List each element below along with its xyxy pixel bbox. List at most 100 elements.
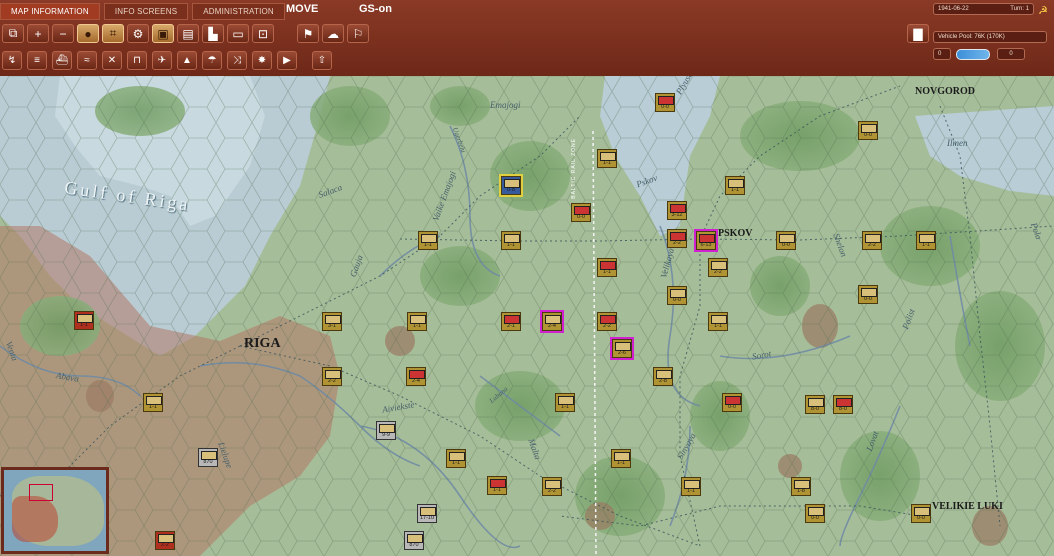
- unit-counter[interactable]: 1-1: [708, 312, 728, 331]
- unit-strength: 0-0: [577, 214, 585, 220]
- unit-counter[interactable]: 2-8: [653, 367, 673, 386]
- city-riga[interactable]: RIGA: [244, 336, 281, 352]
- flag-marker-icon[interactable]: ⚑: [297, 24, 319, 43]
- minimap[interactable]: [1, 467, 109, 554]
- unit-strength: 0-0: [864, 296, 872, 302]
- unit-counter[interactable]: 870: [404, 531, 424, 550]
- unit-counter[interactable]: 870: [198, 448, 218, 467]
- unit-counter[interactable]: 0-0: [805, 504, 825, 523]
- unit-strength: 0-0: [864, 132, 872, 138]
- unit-counter[interactable]: 2-2: [862, 231, 882, 250]
- unit-counter[interactable]: 0-0: [776, 231, 796, 250]
- unit-counter[interactable]: 2-2: [597, 312, 617, 331]
- unit-strength: 9-9: [382, 432, 390, 438]
- naval-icon[interactable]: ⛴: [52, 51, 72, 70]
- frame-icon[interactable]: ▭: [227, 24, 249, 43]
- hex-frame-icon[interactable]: ⌗: [102, 24, 124, 43]
- unit-counter[interactable]: 1-1: [555, 393, 575, 412]
- unit-counter[interactable]: 0-0: [911, 504, 931, 523]
- unit-counter[interactable]: 2-2: [542, 477, 562, 496]
- unit-strength: 6-13: [700, 242, 712, 248]
- unit-counter[interactable]: 6-13: [696, 231, 716, 250]
- unit-counter[interactable]: 0-0: [858, 121, 878, 140]
- tab-administration[interactable]: ADMINISTRATION: [192, 2, 285, 20]
- lake-ilmen-label: Ilmen: [947, 138, 968, 148]
- statistics-icon[interactable]: ▇: [907, 24, 929, 43]
- unit-counter[interactable]: 1-1: [725, 176, 745, 195]
- city-pskov[interactable]: PSKOV: [718, 228, 752, 239]
- unit-counter[interactable]: 1-8: [791, 477, 811, 496]
- unit-strength: 2-2: [868, 242, 876, 248]
- stack-icon[interactable]: ▤: [177, 24, 199, 43]
- unit-counter[interactable]: 0-0: [655, 93, 675, 112]
- unit-counter-icon[interactable]: ▣: [152, 24, 174, 43]
- unit-counter[interactable]: 2-2: [155, 531, 175, 550]
- unit-counter[interactable]: 3-12: [667, 201, 687, 220]
- minimap-viewport[interactable]: [29, 484, 53, 501]
- unit-counter[interactable]: 1-1: [597, 258, 617, 277]
- city-novgorod[interactable]: NOVGOROD: [915, 86, 975, 97]
- unit-counter[interactable]: 8-0: [805, 395, 825, 414]
- unit-counter[interactable]: 0-0: [858, 285, 878, 304]
- unit-counter[interactable]: 1-1: [407, 312, 427, 331]
- unit-counter[interactable]: 2-4: [542, 312, 562, 331]
- weather-icon[interactable]: ☁: [322, 24, 344, 43]
- zoom-out-icon[interactable]: −: [52, 24, 74, 43]
- pennant-icon[interactable]: ⚐: [347, 24, 369, 43]
- unit-counter[interactable]: 2-2: [322, 367, 342, 386]
- zoom-in-icon[interactable]: +: [27, 24, 49, 43]
- unit-strength: 0-0: [811, 515, 819, 521]
- unit-counter[interactable]: 3-1: [322, 312, 342, 331]
- unit-counter[interactable]: 0-0: [667, 286, 687, 305]
- unit-strength: 0-0: [728, 404, 736, 410]
- unit-counter[interactable]: 1-1: [611, 449, 631, 468]
- end-turn-icon[interactable]: ⇧: [312, 51, 332, 70]
- units-icon[interactable]: ●: [77, 24, 99, 43]
- city-velikie-luki[interactable]: VELIKIE LUKI: [932, 501, 1003, 512]
- unit-counter[interactable]: 2-4: [406, 367, 426, 386]
- unit-strength: 870: [203, 459, 213, 465]
- bridge-icon[interactable]: ⊓: [127, 51, 147, 70]
- ships-icon[interactable]: ≈: [77, 51, 97, 70]
- unit-counter[interactable]: 2-1: [501, 312, 521, 331]
- unit-counter[interactable]: 1-1: [74, 311, 94, 330]
- unit-counter[interactable]: 2-6: [612, 339, 632, 358]
- game-map[interactable]: Gulf of Riga BALTIC RAIL ZONE NOVGOROD P…: [0, 76, 1054, 556]
- minimap-axis-zone: [12, 496, 58, 542]
- unit-counter[interactable]: 1-1: [681, 477, 701, 496]
- unit-counter[interactable]: 1-1: [418, 231, 438, 250]
- unit-counter[interactable]: 1-1: [446, 449, 466, 468]
- explosion-icon[interactable]: ✸: [252, 51, 272, 70]
- air-strike-icon[interactable]: ⤨: [227, 51, 247, 70]
- unit-counter[interactable]: 2-2: [667, 229, 687, 248]
- unit-counter[interactable]: 1-1: [487, 476, 507, 495]
- tab-info-screens[interactable]: INFO SCREENS: [103, 2, 189, 20]
- windows-icon[interactable]: ⧉: [2, 24, 24, 43]
- artillery-icon[interactable]: ✕: [102, 51, 122, 70]
- unit-counter[interactable]: 1-1: [143, 393, 163, 412]
- unit-counter[interactable]: 0-0: [571, 203, 591, 222]
- airborne-icon[interactable]: ☂: [202, 51, 222, 70]
- unit-counter[interactable]: 2-2: [708, 258, 728, 277]
- settings-gear-icon[interactable]: ⚙: [127, 24, 149, 43]
- target-icon[interactable]: ⊡: [252, 24, 274, 43]
- tab-map-information[interactable]: MAP INFORMATION: [0, 2, 100, 20]
- ground-attack-icon[interactable]: ▲: [177, 51, 197, 70]
- airbase-icon[interactable]: ✈: [152, 51, 172, 70]
- unit-counter[interactable]: 1-1: [597, 149, 617, 168]
- unit-counter[interactable]: 8-0: [833, 395, 853, 414]
- path-icon[interactable]: ↯: [2, 51, 22, 70]
- unit-counter[interactable]: 0-8: [501, 176, 521, 195]
- map-tools-row: ⧉ + − ● ⌗ ⚙ ▣ ▤ ▙ ▭ ⊡ ⚑ ☁ ⚐: [2, 24, 372, 43]
- unit-counter[interactable]: 1-1: [501, 231, 521, 250]
- unit-counter[interactable]: 9-9: [376, 421, 396, 440]
- next-icon[interactable]: ▶: [277, 51, 297, 70]
- unit-strength: 1-1: [452, 460, 460, 466]
- unit-counter[interactable]: 17-10: [417, 504, 437, 523]
- unit-strength: 1-1: [424, 242, 432, 248]
- factory-icon[interactable]: ▙: [202, 24, 224, 43]
- unit-strength: 1-1: [922, 242, 930, 248]
- unit-counter[interactable]: 1-1: [916, 231, 936, 250]
- rail-icon[interactable]: ≡: [27, 51, 47, 70]
- unit-counter[interactable]: 0-0: [722, 393, 742, 412]
